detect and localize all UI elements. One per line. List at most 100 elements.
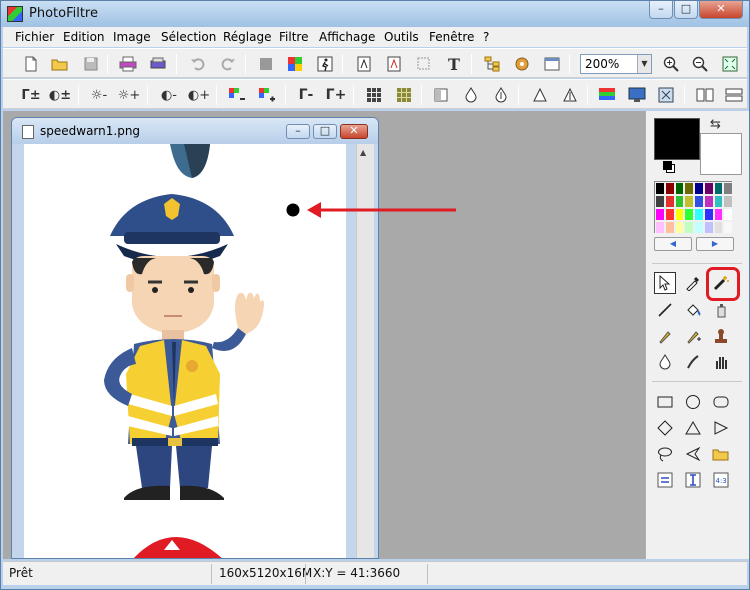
open-folder-icon[interactable]: [49, 54, 71, 74]
contrast-auto-icon[interactable]: ◐±: [49, 85, 71, 105]
tools-panel: ⇆ ◀ ▶ 4:3: [645, 111, 749, 559]
palette-prev-button[interactable]: ◀: [654, 237, 692, 251]
hline-tool-icon[interactable]: [654, 469, 676, 491]
open-shape-icon[interactable]: [710, 443, 732, 465]
zoom-select[interactable]: 200% ▼: [580, 54, 652, 74]
scan-icon[interactable]: [147, 54, 169, 74]
undo-icon[interactable]: [187, 54, 209, 74]
eyedropper-tool-icon[interactable]: [682, 272, 704, 294]
lasso-tool-icon[interactable]: [654, 443, 676, 465]
doc-close-button[interactable]: ✕: [340, 124, 368, 139]
selection-crop-icon[interactable]: [413, 54, 435, 74]
triangle-sharp-icon[interactable]: [559, 85, 581, 105]
blur-drop-tool-icon[interactable]: [654, 351, 676, 373]
redo-icon[interactable]: [217, 54, 239, 74]
polygon-lasso-tool-icon[interactable]: [682, 443, 704, 465]
chevron-down-icon[interactable]: ▼: [637, 55, 651, 73]
monitor-icon[interactable]: [626, 85, 648, 105]
save-icon[interactable]: [80, 54, 102, 74]
doc-effect-icon[interactable]: [353, 54, 375, 74]
menu-filtre[interactable]: Filtre: [279, 30, 308, 44]
menu-edition[interactable]: Edition: [63, 30, 105, 44]
close-button[interactable]: ✕: [699, 1, 743, 19]
scroll-up-icon[interactable]: ▲: [360, 148, 366, 157]
brightness-minus-icon[interactable]: ☼-: [88, 85, 110, 105]
doc-maximize-button[interactable]: □: [313, 124, 337, 139]
status-bar: Prêt 160x5120x16M X:Y = 41:3660: [3, 561, 747, 585]
tree-icon[interactable]: [481, 54, 503, 74]
smudge-tool-icon[interactable]: [682, 351, 704, 373]
zoom-in-icon[interactable]: [660, 54, 682, 74]
menu-help[interactable]: ?: [483, 30, 489, 44]
gamma-plus-icon[interactable]: Γ+: [325, 85, 347, 105]
drop-soft-icon[interactable]: [460, 85, 482, 105]
ellipse-shape-icon[interactable]: [682, 391, 704, 413]
foreground-color-swatch[interactable]: [654, 118, 700, 160]
doc-minimize-button[interactable]: –: [286, 124, 310, 139]
swap-colors-icon[interactable]: ⇆: [710, 117, 721, 132]
gamma-auto-icon[interactable]: Γ±: [20, 85, 42, 105]
menu-fichier[interactable]: Fichier: [15, 30, 54, 44]
menu-selection[interactable]: Sélection: [161, 30, 216, 44]
menu-image[interactable]: Image: [113, 30, 151, 44]
document-icon: [22, 125, 34, 139]
pointer-tool-icon[interactable]: [654, 272, 676, 294]
zoom-out-icon[interactable]: [689, 54, 711, 74]
menu-bar: Fichier Edition Image Sélection Réglage …: [3, 27, 747, 47]
document-window[interactable]: speedwarn1.png – □ ✕ ▲: [11, 117, 379, 559]
color-levels-icon[interactable]: [596, 85, 618, 105]
saturation-minus-icon[interactable]: [226, 85, 248, 105]
blur-icon[interactable]: [430, 85, 452, 105]
print-icon[interactable]: [117, 54, 139, 74]
triangle-soft-icon[interactable]: [529, 85, 551, 105]
background-color-swatch[interactable]: [700, 133, 742, 175]
fullscreen-icon[interactable]: [655, 85, 677, 105]
saturation-plus-icon[interactable]: [256, 85, 278, 105]
brightness-plus-icon[interactable]: ☼+: [118, 85, 141, 105]
vline-tool-icon[interactable]: [682, 469, 704, 491]
fill-bucket-tool-icon[interactable]: [682, 299, 704, 321]
menu-outils[interactable]: Outils: [384, 30, 419, 44]
menu-reglage[interactable]: Réglage: [223, 30, 272, 44]
diamond-shape-icon[interactable]: [654, 417, 676, 439]
document-title-bar[interactable]: speedwarn1.png – □ ✕: [12, 118, 378, 144]
plugin-gear-icon[interactable]: [511, 54, 533, 74]
hand-tool-icon[interactable]: [710, 351, 732, 373]
flip-horizontal-icon[interactable]: [694, 85, 716, 105]
app-icon: [7, 6, 23, 22]
text-tool-icon[interactable]: T: [443, 54, 465, 74]
menu-affichage[interactable]: Affichage: [319, 30, 375, 44]
ratio-tool-icon[interactable]: 4:3: [710, 469, 732, 491]
rounded-rect-shape-icon[interactable]: [710, 391, 732, 413]
window-icon[interactable]: [541, 54, 563, 74]
triangle-shape-icon[interactable]: [682, 417, 704, 439]
flip-vertical-icon[interactable]: [723, 85, 745, 105]
color-palette[interactable]: [654, 181, 733, 234]
window-title: PhotoFiltre: [29, 6, 98, 21]
drop-sharp-icon[interactable]: [490, 85, 512, 105]
spray-tool-icon[interactable]: [710, 299, 732, 321]
minimize-button[interactable]: –: [649, 1, 673, 19]
title-bar[interactable]: PhotoFiltre – □ ✕: [1, 1, 749, 27]
fit-window-icon[interactable]: [719, 54, 741, 74]
menu-fenetre[interactable]: Fenêtre: [429, 30, 474, 44]
color-grid-icon[interactable]: [284, 54, 306, 74]
right-triangle-shape-icon[interactable]: [710, 417, 732, 439]
maximize-button[interactable]: □: [674, 1, 698, 19]
doc-effect2-icon[interactable]: [383, 54, 405, 74]
gradient-icon[interactable]: [255, 54, 277, 74]
texture-filter-icon[interactable]: [393, 85, 415, 105]
gamma-minus-icon[interactable]: Γ-: [295, 85, 317, 105]
grid-filter-icon[interactable]: [363, 85, 385, 105]
brush-tool-icon[interactable]: [654, 325, 676, 347]
rectangle-shape-icon[interactable]: [654, 391, 676, 413]
contrast-minus-icon[interactable]: ◐-: [158, 85, 180, 105]
new-file-icon[interactable]: [20, 54, 42, 74]
palette-next-button[interactable]: ▶: [696, 237, 734, 251]
stamp-tool-icon[interactable]: [710, 325, 732, 347]
advanced-brush-tool-icon[interactable]: [682, 325, 704, 347]
contrast-plus-icon[interactable]: ◐+: [188, 85, 210, 105]
line-tool-icon[interactable]: [654, 299, 676, 321]
status-coordinates: X:Y = 41:3660: [313, 566, 401, 580]
runner-icon[interactable]: [314, 54, 336, 74]
